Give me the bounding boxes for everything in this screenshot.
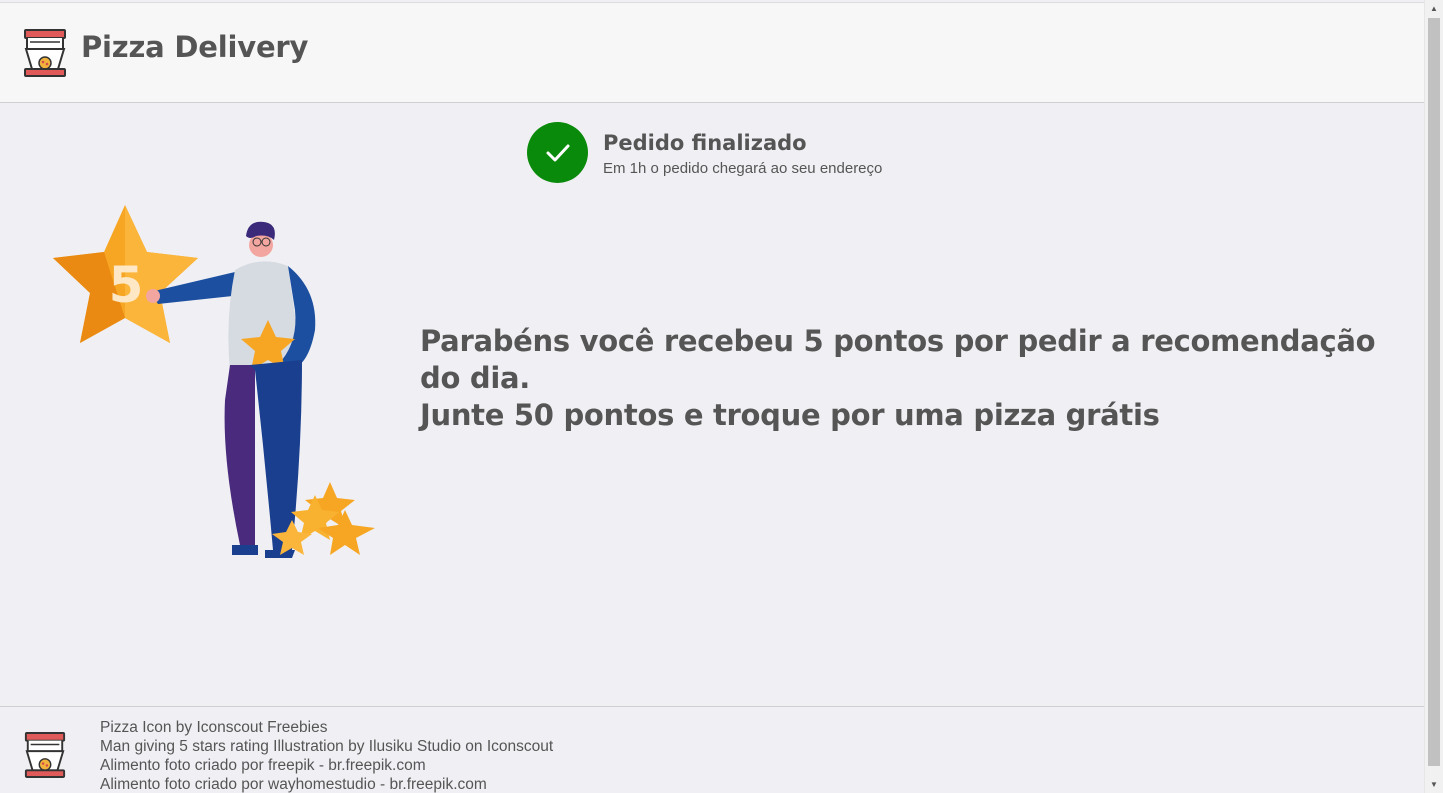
app-header: Pizza Delivery — [0, 2, 1424, 103]
credits-list: Pizza Icon by Iconscout Freebies Man giv… — [100, 718, 553, 793]
scrollbar-thumb[interactable] — [1428, 18, 1440, 766]
check-icon — [546, 144, 570, 162]
man-giving-5-stars-illustration: 5 — [53, 205, 375, 558]
credit-line: Pizza Icon by Iconscout Freebies — [100, 719, 328, 736]
credit-line: Alimento foto criado por freepik - br.fr… — [100, 757, 426, 774]
reward-message: Parabéns você recebeu 5 pontos por pedir… — [420, 323, 1400, 434]
arrow-up-icon[interactable]: ▲ — [1425, 0, 1443, 17]
status-subtitle: Em 1h o pedido chegará ao seu endereço — [603, 160, 883, 177]
status-title: Pedido finalizado — [603, 131, 807, 155]
credit-line: Man giving 5 stars rating Illustration b… — [100, 738, 554, 755]
pizza-box-icon — [24, 732, 66, 778]
vertical-scrollbar[interactable]: ▲ ▼ — [1424, 0, 1443, 793]
credit-line: Alimento foto criado por wayhomestudio -… — [100, 776, 487, 793]
check-circle — [527, 122, 588, 183]
page: Pizza Delivery Pedido finalizado Em 1h o… — [0, 0, 1424, 793]
star-number: 5 — [109, 256, 144, 314]
pizza-box-icon — [24, 29, 66, 77]
app-title: Pizza Delivery — [81, 30, 309, 64]
arrow-down-icon[interactable]: ▼ — [1425, 776, 1443, 793]
big-star: 5 — [53, 205, 198, 343]
page-footer: Pizza Icon by Iconscout Freebies Man giv… — [0, 706, 1424, 793]
reward-message-line2: Junte 50 pontos e troque por uma pizza g… — [420, 398, 1160, 432]
reward-message-line1: Parabéns você recebeu 5 pontos por pedir… — [420, 324, 1376, 395]
